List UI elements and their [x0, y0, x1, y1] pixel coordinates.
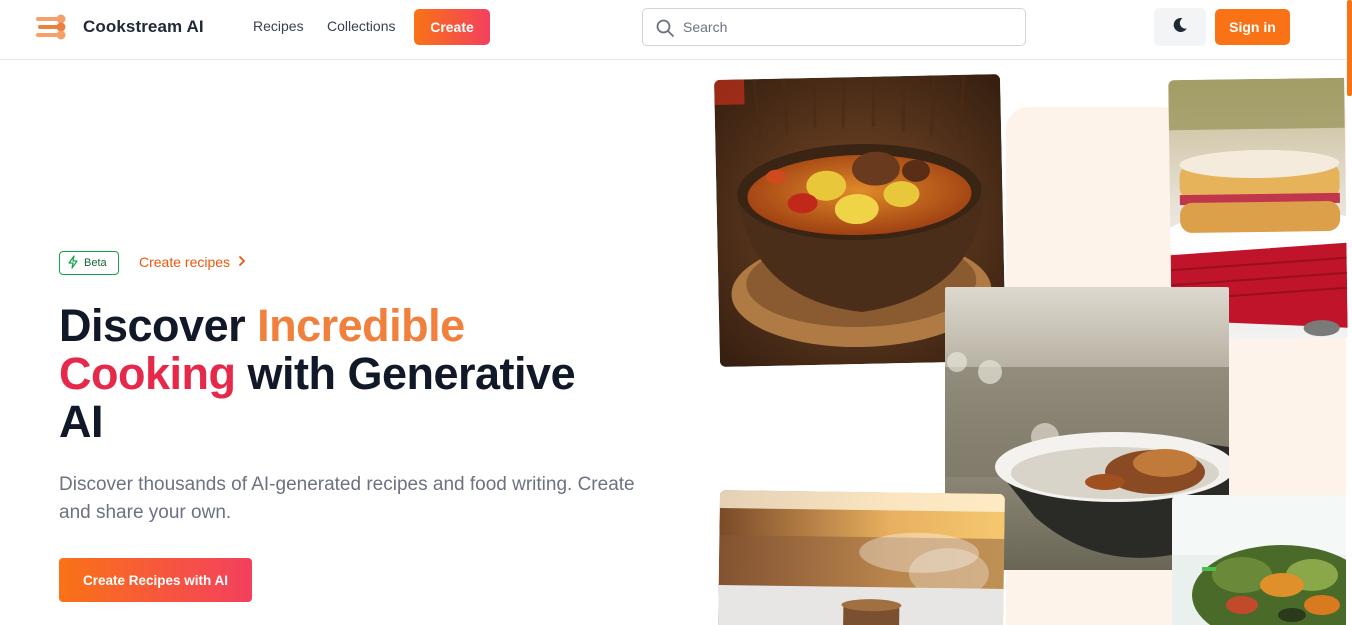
search-input[interactable]: [683, 9, 1013, 45]
hero-subtitle: Discover thousands of AI-generated recip…: [59, 474, 635, 523]
scrollbar-thumb[interactable]: [1347, 0, 1352, 96]
search-icon: [655, 18, 675, 38]
beta-label: Beta: [84, 257, 107, 269]
chevron-right-icon: [238, 254, 246, 270]
headline-part-3: Cooking: [59, 348, 236, 399]
hero-headline: Discover Incredible Cooking with Generat…: [59, 302, 619, 446]
headline-part-1: Discover: [59, 300, 258, 351]
headline-part-2: Incredible: [257, 300, 465, 351]
lightning-icon: [67, 254, 79, 272]
create-recipes-link-label: Create recipes: [139, 254, 231, 270]
sign-in-button[interactable]: Sign in: [1215, 9, 1290, 45]
nav-link-recipes[interactable]: Recipes: [253, 18, 304, 34]
beta-badge: Beta: [59, 251, 119, 275]
moon-icon: [1171, 16, 1189, 39]
theme-toggle-button[interactable]: [1154, 8, 1206, 46]
salad-photo: [1172, 495, 1346, 625]
search-box: [642, 8, 1026, 46]
brand-name[interactable]: Cookstream AI: [83, 17, 204, 37]
top-navbar: Cookstream AI Recipes Collections Create…: [0, 0, 1346, 60]
steaming-soup-photo: [718, 490, 1005, 625]
create-button[interactable]: Create: [414, 9, 490, 45]
utensils-logo-icon[interactable]: [35, 12, 69, 42]
create-recipes-link[interactable]: Create recipes: [139, 254, 246, 270]
create-recipes-with-ai-button[interactable]: Create Recipes with AI: [59, 558, 252, 602]
nav-link-collections[interactable]: Collections: [327, 18, 395, 34]
